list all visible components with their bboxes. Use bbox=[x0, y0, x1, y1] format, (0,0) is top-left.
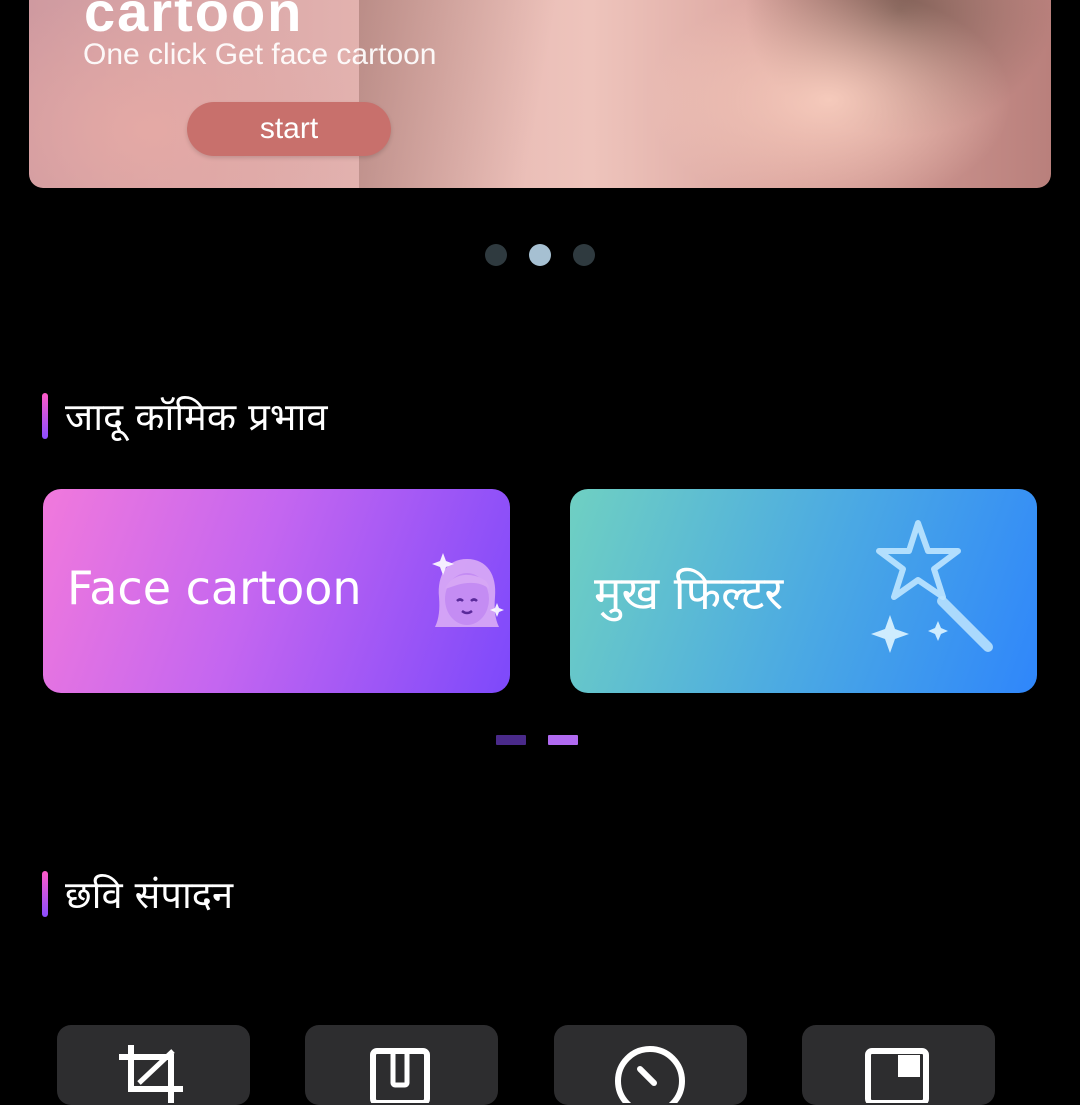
section-accent-bar bbox=[42, 393, 48, 439]
adjust-tool-button[interactable] bbox=[554, 1025, 747, 1105]
rotate-icon bbox=[370, 1048, 430, 1103]
banner-title: cartoon bbox=[84, 0, 304, 43]
rotate-tool-button[interactable] bbox=[305, 1025, 498, 1105]
frame-tool-button[interactable] bbox=[802, 1025, 995, 1105]
carousel-dot-active[interactable] bbox=[529, 244, 551, 266]
crop-tool-button[interactable] bbox=[57, 1025, 250, 1105]
section-accent-bar bbox=[42, 871, 48, 917]
edit-section-header: छवि संपादन bbox=[42, 870, 233, 918]
banner-subtitle: One click Get face cartoon bbox=[83, 38, 437, 71]
carousel-dot[interactable] bbox=[573, 244, 595, 266]
adjust-icon bbox=[615, 1046, 685, 1103]
promo-banner[interactable]: cartoon One click Get face cartoon start bbox=[29, 0, 1051, 188]
start-button[interactable]: start bbox=[187, 102, 391, 156]
banner-photo-shading bbox=[359, 0, 659, 188]
crop-icon bbox=[119, 1045, 183, 1103]
magic-section-header: जादू कॉमिक प्रभाव bbox=[42, 392, 327, 440]
card-pager-item-active[interactable] bbox=[548, 735, 578, 745]
carousel-dot[interactable] bbox=[485, 244, 507, 266]
face-filter-card[interactable]: मुख फिल्टर bbox=[570, 489, 1037, 693]
magic-section-title: जादू कॉमिक प्रभाव bbox=[65, 395, 328, 439]
edit-section-title: छवि संपादन bbox=[65, 873, 234, 917]
face-cartoon-label: Face cartoon bbox=[67, 561, 362, 615]
card-pager-item[interactable] bbox=[496, 735, 526, 745]
face-cartoon-card[interactable]: Face cartoon bbox=[43, 489, 510, 693]
face-filter-label: मुख फिल्टर bbox=[594, 566, 784, 620]
edit-tools-row bbox=[0, 1025, 1080, 1105]
magic-wand-icon bbox=[860, 517, 1010, 671]
cartoon-face-icon bbox=[427, 549, 507, 637]
frame-icon bbox=[865, 1048, 929, 1103]
banner-carousel-indicator bbox=[0, 244, 1080, 268]
